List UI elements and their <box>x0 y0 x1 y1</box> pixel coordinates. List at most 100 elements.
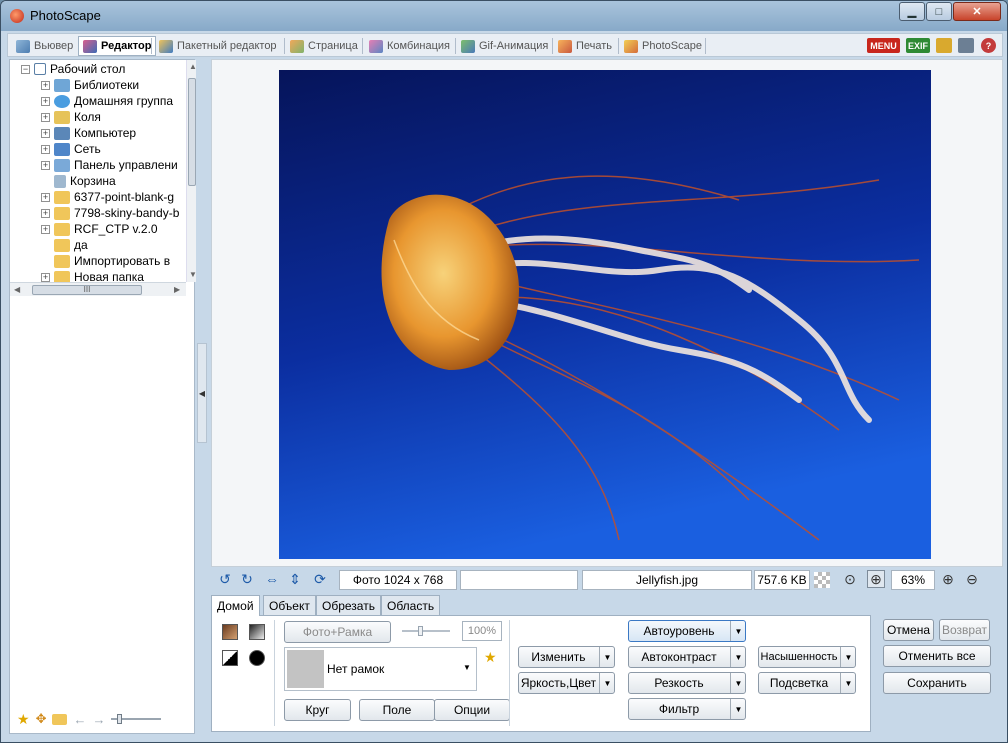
copy-icon[interactable] <box>958 38 974 53</box>
refresh-folder-icon[interactable]: ✥ <box>36 711 47 727</box>
rotate-free-icon[interactable]: ⟳ <box>311 570 329 588</box>
tree-item[interactable]: + Компьютер <box>41 125 136 141</box>
tab-editor[interactable]: Редактор <box>78 36 157 56</box>
undo-button[interactable]: Отмена <box>883 619 934 641</box>
tree-item[interactable]: +6377-point-blank-g <box>41 189 174 205</box>
tree-vertical-scrollbar[interactable]: ▲ ▼ <box>186 60 197 282</box>
tree-item[interactable]: +7798-skiny-bandy-b <box>41 205 179 221</box>
favorite-star-icon[interactable]: ★ <box>17 711 30 728</box>
saturation-button[interactable]: Насышенность ▼ <box>758 646 856 668</box>
tab-region[interactable]: Область <box>381 595 441 615</box>
tree-item[interactable]: + Сеть <box>41 141 101 157</box>
chevron-down-icon[interactable]: ▼ <box>730 621 746 641</box>
tab-crop[interactable]: Обрезать <box>316 595 381 615</box>
filter-button[interactable]: Фильтр ▼ <box>628 698 746 720</box>
minimize-button[interactable]: ▁ <box>899 2 925 21</box>
back-arrow-icon[interactable]: ← <box>73 712 86 727</box>
menu-button[interactable]: MENU <box>867 38 900 53</box>
exif-button[interactable]: EXIF <box>906 38 930 53</box>
scroll-left-icon[interactable]: ◀ <box>14 285 20 294</box>
zoom-fit-icon[interactable]: ⊙ <box>841 570 859 588</box>
chevron-down-icon[interactable]: ▼ <box>599 647 615 667</box>
tab-home[interactable]: Домой <box>211 595 260 616</box>
negative-icon[interactable] <box>249 650 265 666</box>
expand-icon[interactable]: + <box>41 208 50 218</box>
collapse-left-icon[interactable]: ◀ <box>199 389 205 398</box>
expand-icon[interactable]: + <box>41 128 50 138</box>
expand-icon[interactable]: + <box>41 272 50 282</box>
photo-frame-button[interactable]: Фото+Рамка <box>284 621 391 643</box>
expand-icon[interactable]: + <box>41 80 50 90</box>
expand-icon[interactable]: + <box>41 112 50 122</box>
frame-select[interactable]: Нет рамок ▼ <box>284 647 477 691</box>
sepia-icon[interactable] <box>222 624 238 640</box>
tree-item[interactable]: + Коля <box>41 109 101 125</box>
scroll-right-icon[interactable]: ▶ <box>174 285 180 294</box>
grayscale-icon[interactable] <box>249 624 265 640</box>
rotate-right-icon[interactable]: ↻ <box>238 570 256 588</box>
panel-splitter[interactable]: ◀ <box>197 343 207 443</box>
margin-button[interactable]: Поле <box>359 699 435 721</box>
help-icon[interactable]: ? <box>981 38 996 53</box>
tab-batch-editor[interactable]: Пакетный редактор <box>155 36 281 56</box>
chevron-down-icon[interactable]: ▼ <box>840 647 856 667</box>
frame-percent[interactable]: 100% <box>462 621 502 641</box>
black-white-icon[interactable] <box>222 650 238 666</box>
autocontrast-button[interactable]: Автоконтраст ▼ <box>628 646 746 668</box>
save-button[interactable]: Сохранить <box>883 672 991 694</box>
tab-print[interactable]: Печать <box>554 36 616 56</box>
maximize-button[interactable]: □ <box>926 2 952 21</box>
thumbnail-size-slider[interactable] <box>111 714 162 724</box>
zoom-out-icon[interactable]: ⊖ <box>963 570 981 588</box>
resize-button[interactable]: Изменить ▼ <box>518 646 615 668</box>
open-folder-icon[interactable] <box>52 713 68 725</box>
zoom-actual-icon[interactable]: ⊕ <box>867 570 885 588</box>
tree-item[interactable]: + RCF_CTP v.2.0 <box>41 221 158 237</box>
image-viewer[interactable] <box>211 59 1003 567</box>
transparency-grid-icon[interactable] <box>814 572 830 588</box>
zoom-in-icon[interactable]: ⊕ <box>939 570 957 588</box>
flip-horizontal-icon[interactable]: ⇔ <box>263 570 281 588</box>
chevron-down-icon[interactable]: ▼ <box>599 673 615 693</box>
expand-icon[interactable]: + <box>41 96 50 106</box>
tree-item[interactable]: + Новая папка <box>41 269 144 282</box>
redo-button[interactable]: Возврат <box>939 619 990 641</box>
scroll-thumb[interactable] <box>188 78 196 186</box>
tree-horizontal-scrollbar[interactable]: ◀ III ▶ <box>10 282 186 296</box>
expand-icon[interactable]: + <box>41 144 50 154</box>
tab-object[interactable]: Объект <box>263 595 316 615</box>
collapse-icon[interactable]: − <box>21 64 30 74</box>
close-button[interactable]: ✕ <box>953 2 1001 21</box>
chevron-down-icon[interactable]: ▼ <box>730 647 746 667</box>
chevron-down-icon[interactable]: ▼ <box>730 699 746 719</box>
scroll-thumb[interactable]: III <box>32 285 142 295</box>
brightness-color-button[interactable]: Яркость,Цвет ▼ <box>518 672 615 694</box>
flip-vertical-icon[interactable]: ⇕ <box>286 570 304 588</box>
circle-button[interactable]: Круг <box>284 699 351 721</box>
tree-item[interactable]: + Домашняя группа <box>41 93 173 109</box>
expand-icon[interactable]: + <box>41 224 50 234</box>
favorite-frame-star-icon[interactable]: ★ <box>484 649 497 666</box>
film-icon[interactable] <box>936 38 952 53</box>
tree-item[interactable]: да <box>41 237 88 253</box>
sharpen-button[interactable]: Резкость ▼ <box>628 672 746 694</box>
folder-tree[interactable]: − Рабочий стол + Библиотеки + Домашняя гру… <box>10 60 186 282</box>
tree-root[interactable]: − Рабочий стол <box>21 61 125 77</box>
expand-icon[interactable]: + <box>41 160 50 170</box>
undo-all-button[interactable]: Отменить все <box>883 645 991 667</box>
tab-photoscape[interactable]: PhotoScape <box>620 36 706 56</box>
expand-icon[interactable]: + <box>41 192 50 202</box>
frame-slider[interactable] <box>402 626 450 636</box>
tab-combine[interactable]: Комбинация <box>365 36 454 56</box>
backlight-button[interactable]: Подсветка ▼ <box>758 672 856 694</box>
scroll-down-icon[interactable]: ▼ <box>189 270 197 279</box>
tab-gif-animation[interactable]: Gif-Анимация <box>457 36 552 56</box>
forward-arrow-icon[interactable]: → <box>92 712 105 727</box>
autolevel-button[interactable]: Автоуровень ▼ <box>628 620 746 642</box>
chevron-down-icon[interactable]: ▼ <box>840 673 856 693</box>
tree-item[interactable]: Корзина <box>41 173 116 189</box>
chevron-down-icon[interactable]: ▼ <box>730 673 746 693</box>
tree-item[interactable]: + Панель управлени <box>41 157 178 173</box>
rotate-left-icon[interactable]: ↺ <box>216 570 234 588</box>
tree-item[interactable]: Импортировать в <box>41 253 170 269</box>
